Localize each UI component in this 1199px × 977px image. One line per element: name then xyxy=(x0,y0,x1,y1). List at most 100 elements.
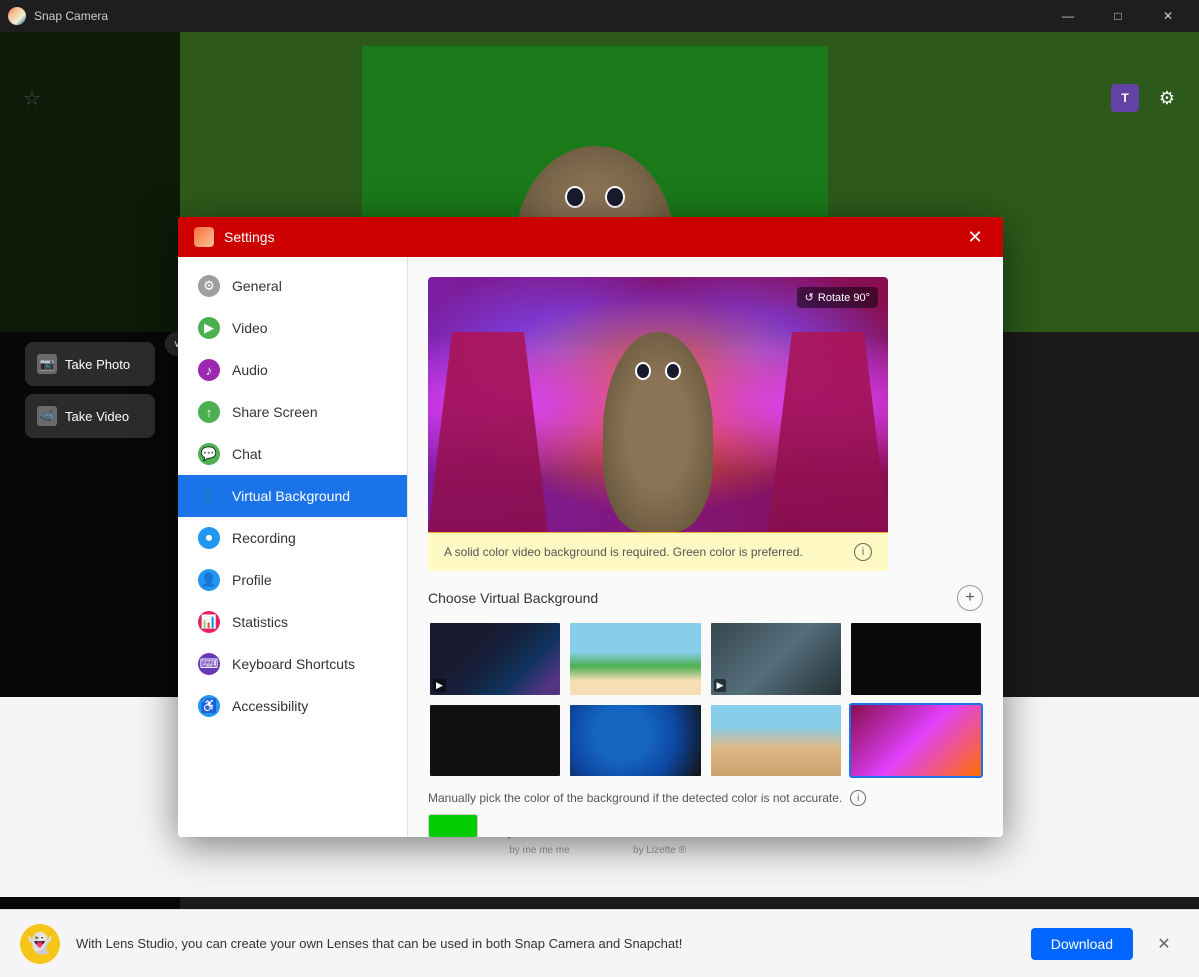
maximize-button[interactable]: □ xyxy=(1095,0,1141,32)
notification-close-button[interactable]: ✕ xyxy=(1149,929,1179,959)
settings-nav-keyboard-shortcuts[interactable]: ⌨ Keyboard Shortcuts xyxy=(178,643,407,685)
virtual-background-label: Virtual Background xyxy=(232,488,350,504)
color-info-icon[interactable]: i xyxy=(850,790,866,806)
download-button[interactable]: Download xyxy=(1031,928,1133,960)
accessibility-label: Accessibility xyxy=(232,698,308,714)
profile-icon: 👤 xyxy=(198,569,220,591)
audio-icon: ♪ xyxy=(198,359,220,381)
video-nav-icon: ▶ xyxy=(198,317,220,339)
title-bar-controls: — □ ✕ xyxy=(1045,0,1191,32)
camera-icon: 📷 xyxy=(37,354,57,374)
vbg-thumb-3[interactable] xyxy=(849,621,983,697)
vbg-thumb-4[interactable] xyxy=(428,703,562,779)
settings-header: Settings ✕ xyxy=(178,217,1003,257)
settings-nav-chat[interactable]: 💬 Chat xyxy=(178,433,407,475)
color-picker-label: Manually pick the color of the backgroun… xyxy=(428,791,842,805)
video-label: Video xyxy=(232,320,268,336)
virtual-background-preview-container: ↺ Rotate 90° A solid color video backgro… xyxy=(428,277,888,571)
take-video-label: Take Video xyxy=(65,409,129,424)
vbg-active xyxy=(851,705,981,777)
keyboard-shortcuts-label: Keyboard Shortcuts xyxy=(232,656,355,672)
accessibility-icon: ♿ xyxy=(198,695,220,717)
settings-nav-share-screen[interactable]: ↑ Share Screen xyxy=(178,391,407,433)
vbg-thumb-5[interactable] xyxy=(568,703,702,779)
take-photo-button[interactable]: 📷 Take Photo xyxy=(25,342,155,386)
virtual-background-grid: ▶ ▶ xyxy=(428,621,983,778)
video-indicator-2: ▶ xyxy=(714,679,727,692)
keyboard-icon: ⌨ xyxy=(198,653,220,675)
potato-eye-right xyxy=(605,186,625,208)
rotate-button[interactable]: ↺ Rotate 90° xyxy=(797,287,878,308)
twitch-button[interactable]: T xyxy=(1111,84,1139,112)
settings-nav-statistics[interactable]: 📊 Statistics xyxy=(178,601,407,643)
settings-nav-audio[interactable]: ♪ Audio xyxy=(178,349,407,391)
center-potato-figure xyxy=(603,332,713,532)
choose-vbg-header: Choose Virtual Background + xyxy=(428,585,983,611)
right-figure xyxy=(768,332,888,532)
settings-nav-video[interactable]: ▶ Video xyxy=(178,307,407,349)
app-title: Snap Camera xyxy=(34,9,108,23)
rotate-icon: ↺ xyxy=(805,291,814,304)
notification-text: With Lens Studio, you can create your ow… xyxy=(76,936,1015,951)
notification-bar: 👻 With Lens Studio, you can create your … xyxy=(0,909,1199,977)
title-bar: Snap Camera — □ ✕ xyxy=(0,0,1199,32)
settings-body: ⚙ General ▶ Video ♪ Audio ↑ Share Screen… xyxy=(178,257,1003,837)
settings-modal: Settings ✕ ⚙ General ▶ Video ♪ Audio xyxy=(178,217,1003,837)
vbg-dark xyxy=(851,623,981,695)
recording-label: Recording xyxy=(232,530,296,546)
choose-vbg-label: Choose Virtual Background xyxy=(428,590,598,606)
color-picker-row: Manually pick the color of the backgroun… xyxy=(428,790,983,806)
vbg-thumb-1[interactable] xyxy=(568,621,702,697)
potato-eyes xyxy=(565,186,625,208)
general-label: General xyxy=(232,278,282,294)
app-settings-button[interactable]: ⚙ xyxy=(1151,82,1183,114)
video-indicator-0: ▶ xyxy=(433,679,446,692)
warning-bar: A solid color video background is requir… xyxy=(428,532,888,571)
vbg-thumb-2[interactable]: ▶ xyxy=(709,621,843,697)
vbg-desert xyxy=(711,705,841,777)
chat-icon: 💬 xyxy=(198,443,220,465)
potato-eye-left xyxy=(565,186,585,208)
warning-text: A solid color video background is requir… xyxy=(444,545,803,559)
lens-author-1: by Lizette ® xyxy=(633,845,686,856)
take-photo-label: Take Photo xyxy=(65,357,130,372)
vbg-beach xyxy=(570,623,700,695)
color-swatch[interactable] xyxy=(428,814,478,837)
vbg-thumb-6[interactable] xyxy=(709,703,843,779)
take-video-button[interactable]: 📹 Take Video xyxy=(25,394,155,438)
settings-header-left: Settings xyxy=(194,227,275,247)
vbg-office xyxy=(711,623,841,695)
left-figure xyxy=(428,332,548,532)
profile-label: Profile xyxy=(232,572,272,588)
lens-studio-icon: 👻 xyxy=(20,924,60,964)
share-screen-icon: ↑ xyxy=(198,401,220,423)
share-screen-label: Share Screen xyxy=(232,404,318,420)
vbg-earth xyxy=(570,705,700,777)
settings-close-button[interactable]: ✕ xyxy=(963,225,987,249)
add-background-button[interactable]: + xyxy=(957,585,983,611)
settings-nav-virtual-background[interactable]: 👤 Virtual Background xyxy=(178,475,407,517)
recording-icon: ⏺ xyxy=(198,527,220,549)
close-button[interactable]: ✕ xyxy=(1145,0,1191,32)
settings-sidebar: ⚙ General ▶ Video ♪ Audio ↑ Share Screen… xyxy=(178,257,408,837)
minimize-button[interactable]: — xyxy=(1045,0,1091,32)
warning-info-icon[interactable]: i xyxy=(854,543,872,561)
settings-logo-icon xyxy=(194,227,214,247)
settings-nav-general[interactable]: ⚙ General xyxy=(178,265,407,307)
settings-nav-accessibility[interactable]: ♿ Accessibility xyxy=(178,685,407,727)
vbg-aurora xyxy=(430,623,560,695)
settings-title: Settings xyxy=(224,229,275,245)
lens-author-0: by me me me xyxy=(509,845,570,856)
vbg-thumb-0[interactable]: ▶ xyxy=(428,621,562,697)
preview-figures xyxy=(428,332,888,532)
title-bar-left: Snap Camera xyxy=(8,7,108,25)
vbg-thumb-7[interactable] xyxy=(849,703,983,779)
settings-nav-profile[interactable]: 👤 Profile xyxy=(178,559,407,601)
statistics-icon: 📊 xyxy=(198,611,220,633)
video-icon: 📹 xyxy=(37,406,57,426)
settings-nav-recording[interactable]: ⏺ Recording xyxy=(178,517,407,559)
rotate-label: Rotate 90° xyxy=(818,292,870,304)
settings-content-area: ↺ Rotate 90° A solid color video backgro… xyxy=(408,257,1003,837)
audio-label: Audio xyxy=(232,362,268,378)
app-icon xyxy=(8,7,26,25)
